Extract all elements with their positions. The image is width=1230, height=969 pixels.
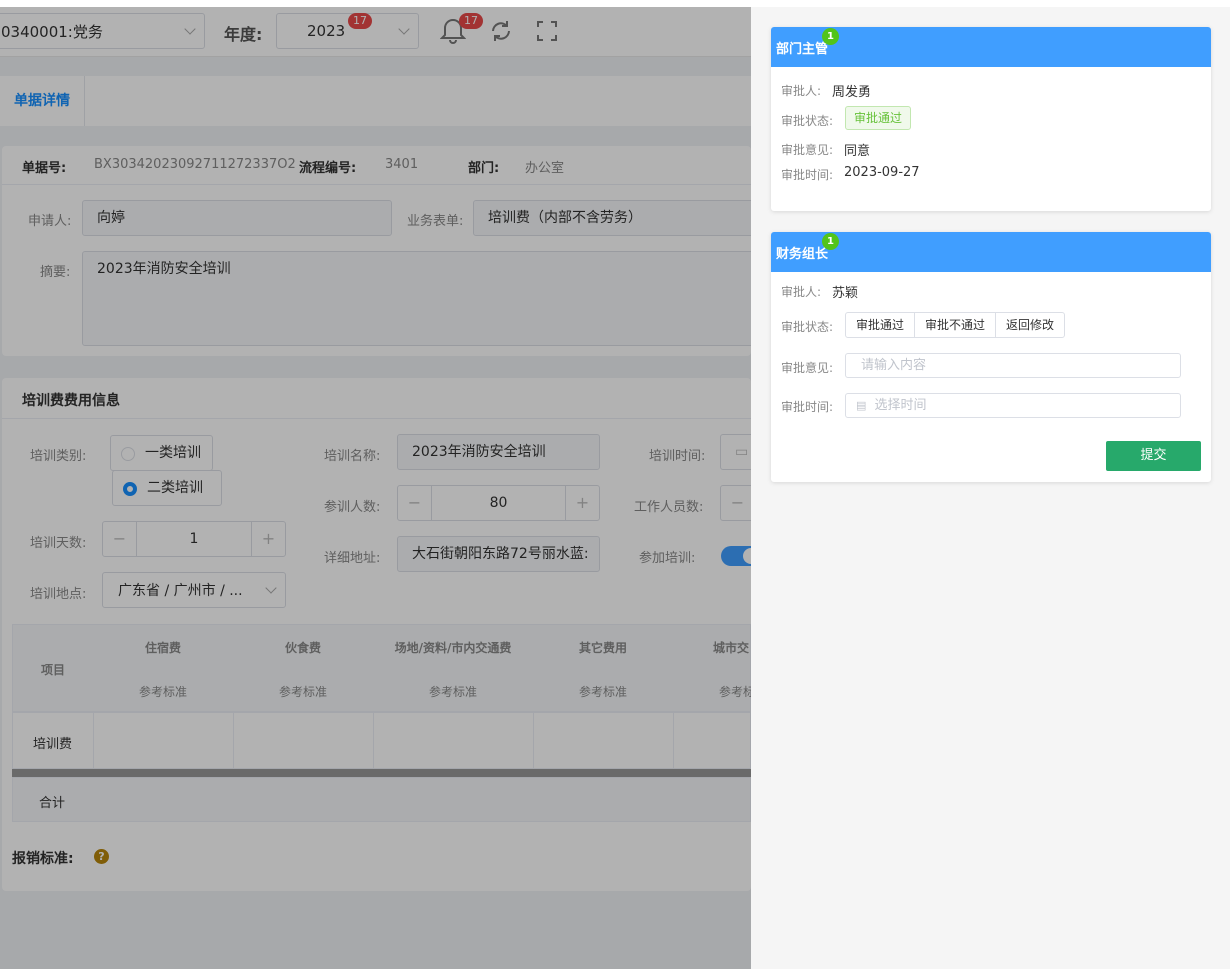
approval-title: 部门主管 [776,42,829,57]
opinion-label: 审批意见: [781,143,834,157]
opinion-label: 审批意见: [781,361,834,375]
count-badge: 1 [822,28,839,45]
approver-value: 周发勇 [832,85,872,100]
time-label: 审批时间: [781,400,834,414]
approver-value: 苏颖 [832,286,859,301]
time-label: 审批时间: [781,168,834,182]
approval-panel: 部门主管 1 审批人: 周发勇 审批状态: 审批通过 审批意见: 同意 审批时间… [751,7,1230,969]
approval-card-header: 财务组长 1 [771,232,1211,272]
return-button[interactable]: 返回修改 [996,313,1064,337]
modal-overlay[interactable] [0,0,751,969]
approval-card-dept-head: 部门主管 1 审批人: 周发勇 审批状态: 审批通过 审批意见: 同意 审批时间… [771,27,1211,211]
approval-title: 财务组长 [776,247,829,262]
approver-label: 审批人: [781,285,822,299]
approval-card-finance-lead: 财务组长 1 审批人: 苏颖 审批状态: 审批通过 审批不通过 返回修改 审批意… [771,232,1211,482]
approver-label: 审批人: [781,84,822,98]
time-placeholder: 选择时间 [874,398,927,413]
status-label: 审批状态: [781,320,834,334]
submit-button[interactable]: 提交 [1106,441,1201,471]
status-button-group: 审批通过 审批不通过 返回修改 [845,312,1066,338]
time-value: 2023-09-27 [844,165,920,180]
calendar-icon: ▤ [856,399,867,412]
reject-button[interactable]: 审批不通过 [915,313,997,337]
approve-button[interactable]: 审批通过 [846,313,916,337]
time-picker[interactable]: ▤ 选择时间 [845,393,1181,418]
top-strip [0,0,1230,7]
opinion-value: 同意 [844,144,871,159]
status-badge: 审批通过 [845,106,912,130]
count-badge: 1 [822,233,839,250]
opinion-input[interactable]: 请输入内容 [845,353,1181,378]
approval-card-header: 部门主管 1 [771,27,1211,67]
status-label: 审批状态: [781,114,834,128]
